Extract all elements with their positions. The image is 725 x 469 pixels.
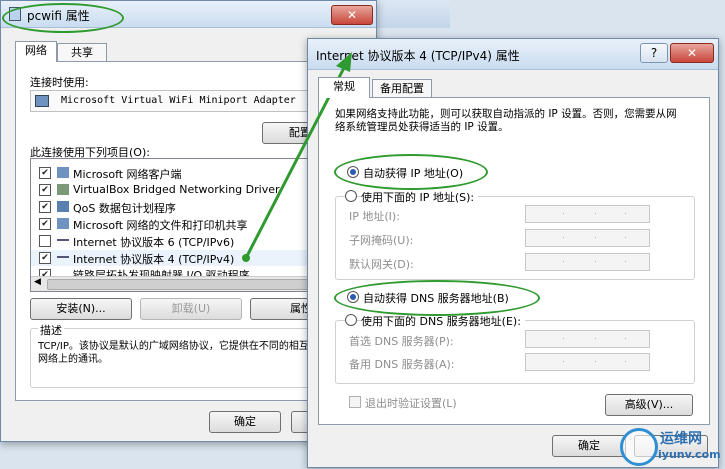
scroll-left-arrow-icon[interactable]: ◀ bbox=[34, 277, 41, 287]
manual-ip-label[interactable]: 使用下面的 IP 地址(S): bbox=[361, 189, 479, 205]
watermark-logo-icon bbox=[620, 428, 658, 466]
tab-general[interactable]: 常规 bbox=[318, 77, 370, 98]
tab-network[interactable]: 网络 bbox=[15, 41, 57, 62]
tab-alternate-config[interactable]: 备用配置 bbox=[372, 79, 432, 98]
help-button[interactable]: ? bbox=[640, 43, 668, 63]
ip-address-field[interactable]: ... bbox=[525, 205, 650, 223]
preferred-dns-field[interactable]: ... bbox=[525, 330, 650, 348]
description-text: TCP/IP。该协议是默认的广域网络协议，它提供在不同的相互连接的网络上的通讯。 bbox=[38, 341, 339, 365]
watermark-cn: 运维网 bbox=[660, 431, 702, 447]
install-button[interactable]: 安装(N)... bbox=[30, 298, 132, 320]
protocol-icon bbox=[57, 256, 69, 258]
client-icon bbox=[57, 167, 69, 178]
manual-ip-radio[interactable] bbox=[345, 190, 357, 202]
item-label: Microsoft 网络的文件和打印机共享 bbox=[73, 219, 248, 232]
right-title: Internet 协议版本 4 (TCP/IPv4) 属性 bbox=[316, 49, 520, 63]
watermark: 运维网 iyunv.com bbox=[620, 424, 722, 466]
item-label: VirtualBox Bridged Networking Driver bbox=[73, 183, 280, 196]
protocol-icon bbox=[57, 239, 69, 241]
alternate-dns-field[interactable]: ... bbox=[525, 353, 650, 371]
annotation-oval-auto-dns bbox=[334, 280, 540, 316]
advanced-button[interactable]: 高级(V)... bbox=[605, 394, 693, 416]
annotation-oval-title bbox=[2, 3, 124, 33]
watermark-en: iyunv.com bbox=[658, 448, 721, 461]
right-close-button[interactable]: ✕ bbox=[670, 43, 714, 63]
item-checkbox[interactable] bbox=[39, 201, 51, 213]
item-label: Microsoft 网络客户端 bbox=[73, 168, 182, 181]
default-gateway-field[interactable]: ... bbox=[525, 253, 650, 271]
connect-using-label: 连接时使用: bbox=[30, 76, 89, 89]
item-label: Internet 协议版本 4 (TCP/IPv4) bbox=[73, 253, 235, 266]
qos-icon bbox=[57, 201, 69, 212]
annotation-oval-auto-ip bbox=[334, 154, 488, 190]
uninstall-button[interactable]: 卸载(U) bbox=[140, 298, 242, 320]
item-label: Internet 协议版本 6 (TCP/IPv6) bbox=[73, 236, 235, 249]
validate-label[interactable]: 退出时验证设置(L) bbox=[365, 395, 457, 411]
validate-checkbox[interactable] bbox=[349, 396, 361, 408]
preferred-dns-label: 首选 DNS 服务器(P): bbox=[349, 335, 454, 348]
driver-icon bbox=[57, 184, 69, 195]
item-checkbox[interactable] bbox=[39, 235, 51, 247]
item-checkbox[interactable] bbox=[39, 184, 51, 196]
right-tab-panel: 如果网络支持此功能，则可以获取自动指派的 IP 设置。否则，您需要从网络系统管理… bbox=[318, 97, 710, 425]
item-checkbox[interactable] bbox=[39, 167, 51, 179]
item-checkbox[interactable] bbox=[39, 252, 51, 264]
file-share-icon bbox=[57, 218, 69, 229]
subnet-mask-field[interactable]: ... bbox=[525, 229, 650, 247]
scrollbar-thumb[interactable] bbox=[47, 279, 309, 290]
adapter-icon bbox=[35, 95, 49, 107]
item-label: QoS 数据包计划程序 bbox=[73, 202, 176, 215]
subnet-mask-label: 子网掩码(U): bbox=[349, 234, 414, 247]
alternate-dns-label: 备用 DNS 服务器(A): bbox=[349, 358, 455, 371]
right-titlebar: Internet 协议版本 4 (TCP/IPv4) 属性 ? ✕ bbox=[308, 39, 718, 70]
default-gateway-label: 默认网关(D): bbox=[349, 258, 414, 271]
right-ok-button[interactable]: 确定 bbox=[552, 435, 626, 457]
description-title: 描述 bbox=[38, 322, 64, 338]
left-ok-button[interactable]: 确定 bbox=[209, 411, 281, 433]
left-close-button[interactable]: ✕ bbox=[331, 5, 373, 25]
item-checkbox[interactable] bbox=[39, 218, 51, 230]
tab-sharing[interactable]: 共享 bbox=[57, 43, 107, 62]
ip-address-label: IP 地址(I): bbox=[349, 210, 400, 223]
manual-dns-radio[interactable] bbox=[345, 314, 357, 326]
tcpipv4-properties-dialog: Internet 协议版本 4 (TCP/IPv4) 属性 ? ✕ 常规 备用配… bbox=[307, 38, 719, 468]
adapter-name: Microsoft Virtual WiFi Miniport Adapter bbox=[61, 95, 296, 106]
intro-text: 如果网络支持此功能，则可以获取自动指派的 IP 设置。否则，您需要从网络系统管理… bbox=[335, 108, 677, 133]
